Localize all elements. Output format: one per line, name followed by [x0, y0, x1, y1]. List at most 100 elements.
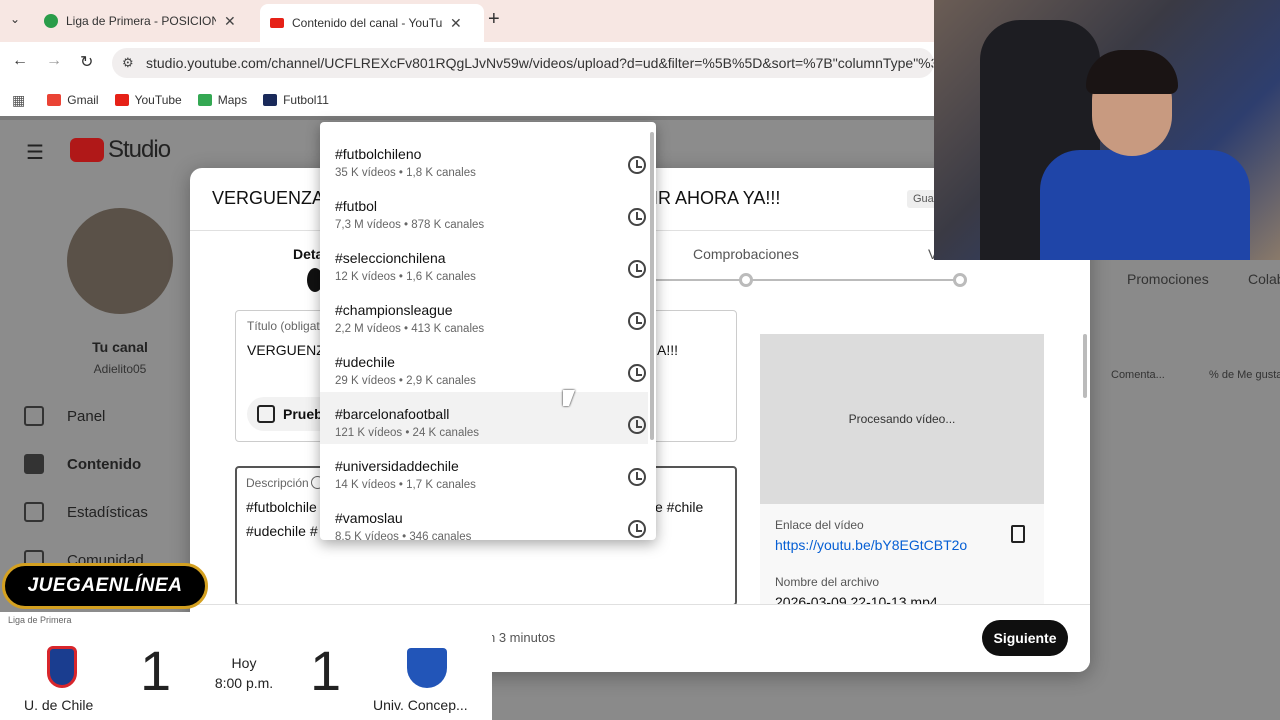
list-item[interactable]: #futbol 7,3 M vídeos • 878 K canales	[320, 184, 648, 236]
history-icon	[628, 260, 646, 278]
away-team-name: Univ. Concep...	[373, 697, 468, 713]
bookmark-youtube[interactable]: YouTube	[114, 93, 182, 107]
description-line-1-tail: e #chile	[655, 499, 704, 515]
sidebar-item-label: Panel	[67, 407, 106, 425]
sidebar-item-label: Estadísticas	[67, 503, 148, 521]
youtube-icon	[114, 94, 129, 106]
bookmark-label: YouTube	[134, 93, 182, 107]
browser-tab-bar: ⌄ Liga de Primera - POSICIONES, ✕ Conten…	[0, 0, 934, 42]
bookmark-label: Maps	[217, 93, 248, 107]
test-compare-label: Prueb	[283, 406, 323, 422]
youtube-logo-icon	[70, 138, 104, 162]
tab-youtube-studio[interactable]: Contenido del canal - YouTube ✕	[260, 4, 484, 42]
juegaenlinea-logo: JUEGAENLÍNEA	[2, 563, 208, 609]
webcam-person-shirt	[1040, 150, 1250, 260]
mouse-cursor-icon	[563, 390, 575, 406]
bookmark-futbol11[interactable]: Futbol11	[263, 93, 329, 107]
menu-icon[interactable]: ☰	[26, 140, 44, 165]
scrollbar[interactable]	[1083, 334, 1087, 398]
file-name-label: Nombre del archivo	[775, 575, 880, 589]
tab-promotions[interactable]: Promociones	[1127, 271, 1209, 287]
dashboard-icon	[24, 406, 44, 426]
list-item[interactable]: #universidaddechile 14 K vídeos • 1,7 K c…	[320, 444, 648, 496]
away-score: 1	[310, 639, 342, 702]
tab-list-chevron-icon[interactable]: ⌄	[10, 12, 20, 26]
soccer-ball-icon	[44, 14, 58, 28]
close-icon[interactable]: ✕	[224, 13, 236, 30]
list-item[interactable]: #seleccionchilena 12 K vídeos • 1,6 K can…	[320, 236, 648, 288]
univ-concepcion-crest-icon	[407, 648, 447, 688]
step-checks-dot	[739, 273, 753, 287]
bookmark-label: Gmail	[67, 93, 99, 107]
home-team-name: U. de Chile	[24, 697, 94, 713]
u-de-chile-crest-icon	[47, 646, 77, 688]
content-icon	[24, 454, 44, 474]
bookmark-label: Futbol11	[283, 93, 329, 107]
history-icon	[628, 520, 646, 538]
hashtag: #futbol	[335, 198, 378, 214]
match-time: 8:00 p.m.	[214, 675, 274, 691]
studio-logo[interactable]: Studio	[108, 136, 171, 164]
avatar[interactable]	[67, 208, 173, 314]
column-likes[interactable]: % de Me gusta	[1209, 369, 1280, 381]
close-icon[interactable]: ✕	[450, 15, 462, 32]
hashtag-suggestions: #futbolchileno 35 K vídeos • 1,8 K canale…	[320, 122, 656, 540]
bookmarks-bar: ▦ Gmail YouTube Maps Futbol11	[0, 84, 934, 116]
list-item[interactable]: #vamoslau 8,5 K vídeos • 346 canales	[320, 496, 648, 540]
dropdown-scrollbar[interactable]	[650, 132, 654, 440]
hashtag-stats: 12 K vídeos • 1,6 K canales	[335, 271, 476, 283]
sidebar-item-panel[interactable]: Panel	[24, 406, 105, 426]
gmail-icon	[47, 94, 62, 106]
hashtag-stats: 7,3 M vídeos • 878 K canales	[335, 219, 485, 231]
dialog-title-tail: E IR AHORA YA!!!	[636, 188, 781, 208]
description-line-1: #futbolchile	[246, 499, 317, 515]
sidebar-item-analytics[interactable]: Estadísticas	[24, 502, 148, 522]
futbol11-icon	[263, 94, 278, 106]
video-link[interactable]: https://youtu.be/bY8EGtCBT2o	[775, 537, 967, 553]
list-item[interactable]: #futbolchileno 35 K vídeos • 1,8 K canale…	[320, 132, 648, 184]
upload-remaining-text: n 3 minutos	[488, 630, 556, 645]
maps-icon	[197, 94, 212, 106]
step-details[interactable]: Deta	[293, 246, 323, 262]
analytics-icon	[24, 502, 44, 522]
step-checks[interactable]: Comprobaciones	[693, 246, 799, 262]
bookmark-gmail[interactable]: Gmail	[47, 93, 99, 107]
tab-collab[interactable]: Colab	[1248, 271, 1280, 287]
tab-liga-de-primera[interactable]: Liga de Primera - POSICIONES, ✕	[34, 6, 246, 36]
site-info-icon[interactable]: ⚙	[122, 55, 134, 71]
youtube-studio-icon	[270, 18, 284, 28]
step-visibility-dot	[953, 273, 967, 287]
new-tab-button[interactable]: +	[488, 8, 500, 31]
column-comments[interactable]: Comenta...	[1111, 369, 1165, 381]
hashtag-stats: 121 K vídeos • 24 K canales	[335, 427, 480, 439]
home-score: 1	[140, 639, 172, 702]
copy-icon[interactable]	[1011, 525, 1025, 543]
sidebar-item-label: Contenido	[67, 455, 142, 473]
description-field-label: Descripción	[246, 476, 309, 490]
next-button[interactable]: Siguiente	[982, 620, 1068, 656]
video-link-label: Enlace del vídeo	[775, 518, 864, 532]
sidebar-item-content[interactable]: Contenido	[24, 454, 141, 474]
bookmark-maps[interactable]: Maps	[197, 93, 248, 107]
hashtag-stats: 8,5 K vídeos • 346 canales	[335, 531, 472, 540]
hashtag: #barcelonafootball	[335, 406, 450, 422]
address-bar[interactable]: ⚙ studio.youtube.com/channel/UCFLREXcFv8…	[112, 48, 934, 78]
history-icon	[628, 364, 646, 382]
description-line-2: #udechile #	[246, 523, 318, 539]
list-item[interactable]: #championsleague 2,2 M vídeos • 413 K can…	[320, 288, 648, 340]
webcam-person-hair	[1086, 50, 1178, 94]
forward-arrow-icon[interactable]: →	[46, 52, 62, 70]
title-field-value-tail: A!!!	[657, 342, 679, 358]
hashtag-stats: 14 K vídeos • 1,7 K canales	[335, 479, 476, 491]
hashtag: #championsleague	[335, 302, 453, 318]
list-item[interactable]: #barcelonafootball 121 K vídeos • 24 K ca…	[320, 392, 648, 444]
dialog-title: VERGUENZA	[212, 188, 325, 208]
back-arrow-icon[interactable]: ←	[12, 52, 28, 70]
hashtag-stats: 2,2 M vídeos • 413 K canales	[335, 323, 485, 335]
list-item[interactable]: #udechile 29 K vídeos • 2,9 K canales	[320, 340, 648, 392]
reload-icon[interactable]: ↻	[80, 52, 93, 72]
history-icon	[628, 208, 646, 226]
tab-title: Liga de Primera - POSICIONES,	[66, 14, 216, 28]
apps-grid-icon[interactable]: ▦	[12, 92, 25, 109]
history-icon	[628, 156, 646, 174]
